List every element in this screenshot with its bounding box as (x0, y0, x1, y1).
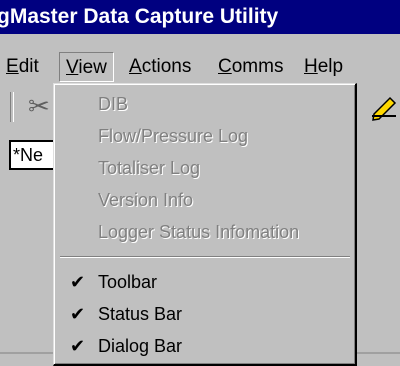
menu-edit[interactable]: Edit (6, 52, 39, 82)
checkmark-icon: ✔ (70, 304, 86, 324)
menu-actions-label: ctions (141, 56, 192, 77)
view-menu-item-status-bar[interactable]: ✔ Status Bar (54, 298, 354, 330)
window-title: gMaster Data Capture Utility (0, 5, 279, 28)
menu-item-label: DIB (98, 94, 129, 114)
checkmark-icon: ✔ (70, 336, 86, 356)
menu-comms-label: omms (231, 56, 284, 77)
menu-separator (60, 256, 350, 258)
menu-actions[interactable]: Actions (129, 52, 191, 82)
view-menu-dropdown: DIB Flow/Pressure Log Totaliser Log Vers… (53, 83, 357, 366)
menu-help[interactable]: Help (304, 52, 343, 82)
pencil-icon[interactable] (370, 92, 400, 122)
scissors-icon[interactable]: ✂ (28, 90, 50, 122)
checkmark-icon: ✔ (70, 272, 86, 292)
menubar-gap (0, 34, 400, 51)
view-menu-item-logger-status[interactable]: Logger Status Infomation (54, 216, 354, 248)
menu-item-label: Dialog Bar (98, 336, 183, 356)
title-bar: gMaster Data Capture Utility (0, 0, 400, 34)
menu-item-label: Version Info (98, 190, 194, 210)
menu-help-label: elp (317, 56, 344, 77)
menu-view-label: iew (78, 57, 107, 78)
view-menu-item-dialog-bar[interactable]: ✔ Dialog Bar (54, 330, 354, 362)
menu-edit-label: dit (18, 56, 39, 77)
menu-item-label: Logger Status Infomation (98, 222, 300, 242)
view-menu-item-flow-pressure-log[interactable]: Flow/Pressure Log (54, 120, 354, 152)
view-menu-item-version-info[interactable]: Version Info (54, 184, 354, 216)
menu-comms[interactable]: Comms (218, 52, 283, 82)
menu-item-label: Status Bar (98, 304, 183, 324)
menu-item-label: Totaliser Log (98, 158, 201, 178)
view-menu-item-dib[interactable]: DIB (54, 88, 354, 120)
view-menu-item-toolbar[interactable]: ✔ Toolbar (54, 266, 354, 298)
view-menu-item-totaliser-log[interactable]: Totaliser Log (54, 152, 354, 184)
menu-item-label: Toolbar (98, 272, 158, 292)
menu-item-label: Flow/Pressure Log (98, 126, 249, 146)
toolbar-separator (10, 92, 14, 122)
menu-view[interactable]: View (59, 52, 114, 82)
